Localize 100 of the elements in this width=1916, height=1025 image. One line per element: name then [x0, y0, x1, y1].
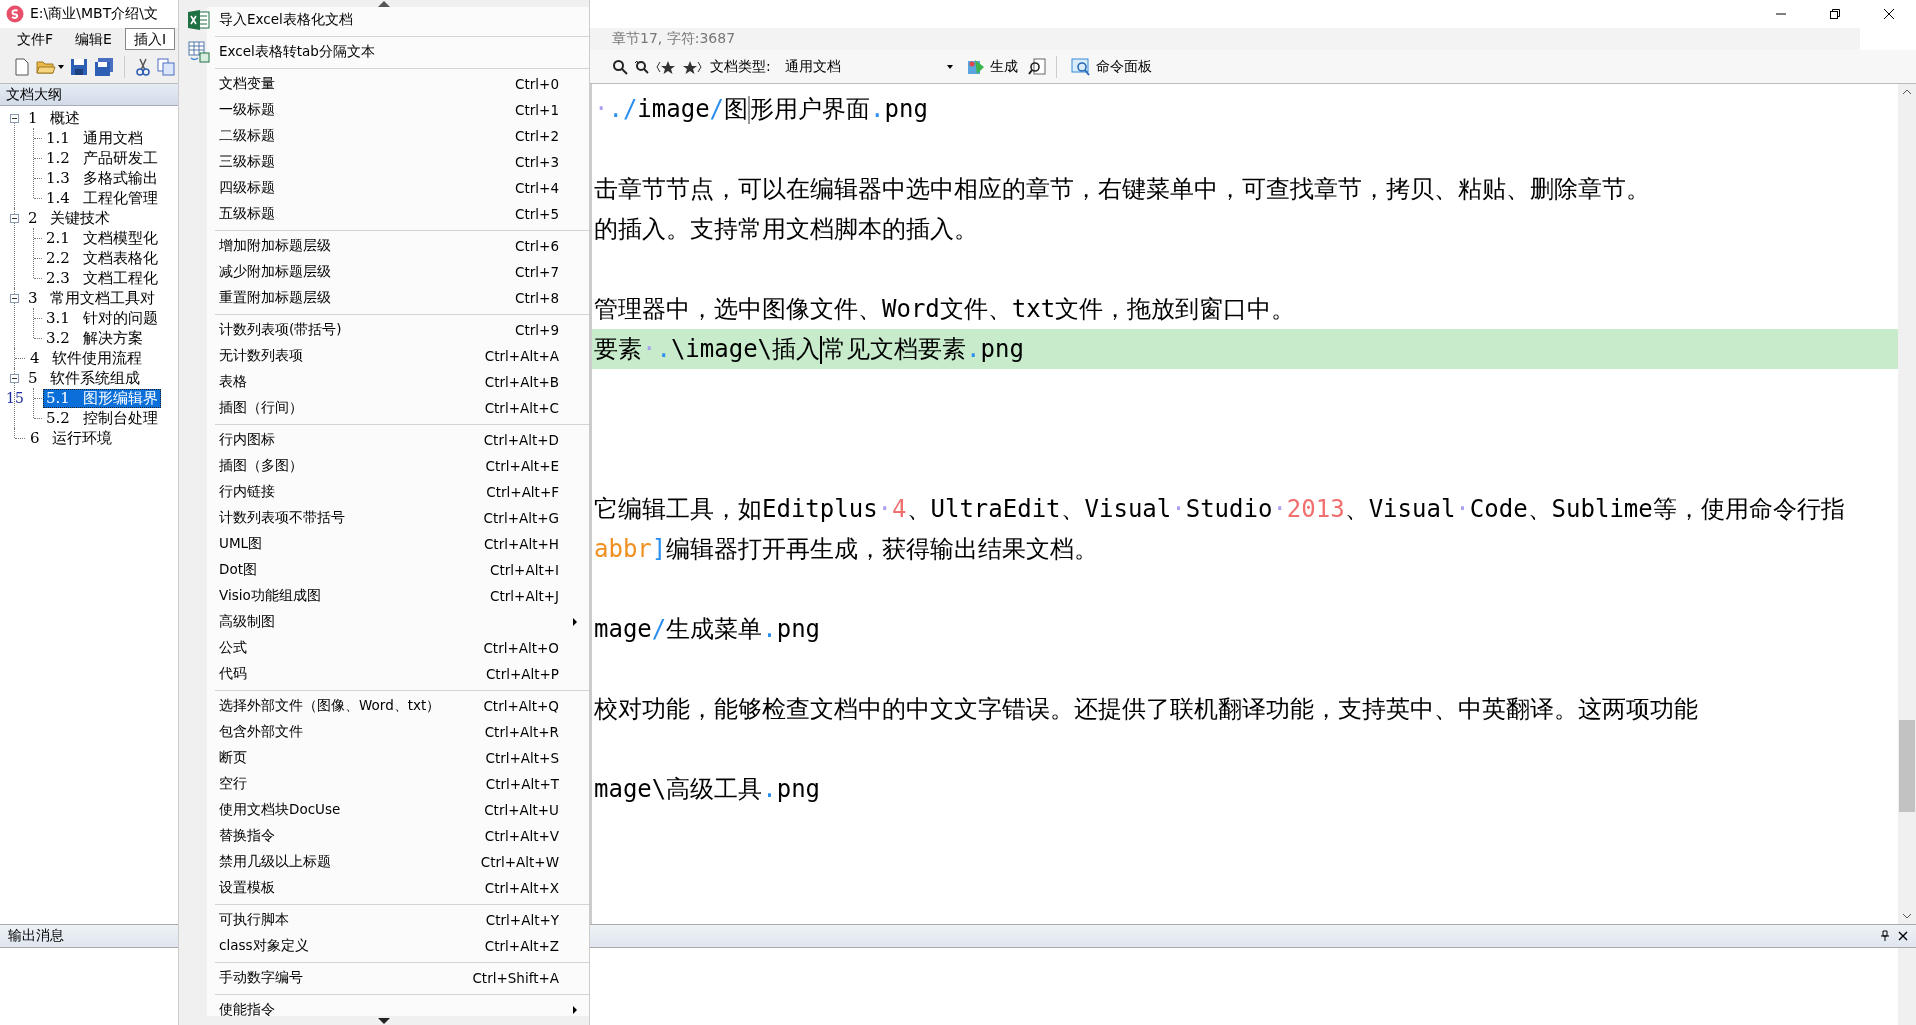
- menu-item[interactable]: class对象定义 Ctrl+Alt+Z: [179, 933, 589, 959]
- menu-item[interactable]: 增加附加标题层级 Ctrl+6: [179, 233, 589, 259]
- editor-line: 校对功能，能够检查文档中的中文文字错误。还提供了联机翻译功能，支持英中、中英翻译。这两项功能: [593, 694, 1698, 725]
- tree-item[interactable]: 1.3 多格式输出: [43, 168, 161, 188]
- menu-item[interactable]: 空行 Ctrl+Alt+T: [179, 771, 589, 797]
- menu-item[interactable]: Excel表格转tab分隔文本: [179, 39, 589, 65]
- tree-item[interactable]: 1.2 产品研发工: [43, 148, 161, 168]
- menu-bar-item[interactable]: 文件F: [8, 28, 63, 50]
- menu-item[interactable]: UML图 Ctrl+Alt+H: [179, 531, 589, 557]
- tree-item[interactable]: 5.2 控制台处理: [43, 408, 161, 428]
- menu-item[interactable]: 高级制图: [179, 609, 589, 635]
- collapse-icon[interactable]: [10, 293, 19, 303]
- shortcut-label: Ctrl+Alt+U: [484, 802, 559, 818]
- tree-item[interactable]: 4 软件使用流程: [27, 348, 146, 368]
- tree-item[interactable]: 2.3 文档工程化: [43, 268, 161, 288]
- shortcut-label: Ctrl+Alt+G: [483, 510, 559, 526]
- spreadsheet-icon: [188, 10, 210, 30]
- shortcut-label: Ctrl+Alt+V: [484, 828, 559, 844]
- tree-item[interactable]: 3.2 解决方案: [43, 328, 146, 348]
- menu-item[interactable]: 设置模板 Ctrl+Alt+X: [179, 875, 589, 901]
- menu-item[interactable]: 行内图标 Ctrl+Alt+D: [179, 427, 589, 453]
- menu-item[interactable]: 减少附加标题层级 Ctrl+7: [179, 259, 589, 285]
- shortcut-label: Ctrl+7: [515, 264, 559, 280]
- save-all-icon[interactable]: [94, 57, 114, 76]
- menu-item[interactable]: 无计数列表项 Ctrl+Alt+A: [179, 343, 589, 369]
- tree-item[interactable]: 5 软件系统组成: [25, 368, 144, 388]
- shortcut-label: Ctrl+8: [515, 290, 559, 306]
- tree-item[interactable]: 5.1 图形编辑界: [43, 388, 161, 408]
- menu-item[interactable]: 断页 Ctrl+Alt+S: [179, 745, 589, 771]
- menu-item[interactable]: 包含外部文件 Ctrl+Alt+R: [179, 719, 589, 745]
- shortcut-label: Ctrl+Alt+J: [490, 588, 559, 604]
- build-button[interactable]: 生成: [962, 55, 1022, 78]
- menu-item[interactable]: 选择外部文件（图像、Word、txt） Ctrl+Alt+Q: [179, 693, 589, 719]
- menu-item[interactable]: 插图（行间） Ctrl+Alt+C: [179, 395, 589, 421]
- menu-item[interactable]: 代码 Ctrl+Alt+P: [179, 661, 589, 687]
- shortcut-label: Ctrl+Alt+O: [483, 640, 559, 656]
- menu-bar-item[interactable]: 编辑E: [66, 28, 121, 50]
- editor-line: mage/生成菜单.png: [593, 614, 821, 645]
- menu-item[interactable]: 重置附加标题层级 Ctrl+8: [179, 285, 589, 311]
- shortcut-label: Ctrl+Alt+Y: [485, 912, 559, 928]
- menu-item[interactable]: Visio功能组成图 Ctrl+Alt+J: [179, 583, 589, 609]
- collapse-icon[interactable]: [10, 113, 19, 123]
- shortcut-label: Ctrl+Alt+P: [485, 666, 559, 682]
- collapse-icon[interactable]: [10, 373, 19, 383]
- find-document-icon[interactable]: [1027, 57, 1046, 76]
- search-icon[interactable]: [612, 58, 628, 75]
- shortcut-label: Ctrl+Alt+X: [484, 880, 559, 896]
- tree-item[interactable]: 3 常用文档工具对: [25, 288, 159, 308]
- menu-item[interactable]: 五级标题 Ctrl+5: [179, 201, 589, 227]
- menu-item[interactable]: 计数列表项不带括号 Ctrl+Alt+G: [179, 505, 589, 531]
- menu-item[interactable]: 使用文档块DocUse Ctrl+Alt+U: [179, 797, 589, 823]
- close-icon[interactable]: [1883, 8, 1895, 20]
- menu-item[interactable]: 可执行脚本 Ctrl+Alt+Y: [179, 907, 589, 933]
- copy-icon[interactable]: [157, 57, 175, 76]
- menu-bar-item[interactable]: 插入I: [124, 28, 176, 50]
- tree-item[interactable]: 1.1 通用文档: [43, 128, 146, 148]
- menu-item[interactable]: 手动数字编号 Ctrl+Shift+A: [179, 965, 589, 991]
- menu-item[interactable]: 四级标题 Ctrl+4: [179, 175, 589, 201]
- line-number: 15: [6, 390, 24, 406]
- menu-item[interactable]: 替换指令 Ctrl+Alt+V: [179, 823, 589, 849]
- tree-item[interactable]: 2.1 文档模型化: [43, 228, 161, 248]
- menu-item[interactable]: 导入Excel表格化文档: [179, 7, 589, 33]
- close-icon[interactable]: [1898, 931, 1908, 941]
- new-file-icon[interactable]: [14, 57, 30, 76]
- editor-line: 击章节节点，可以在编辑器中选中相应的章节，右键菜单中，可查找章节，拷贝、粘贴、删除章节。: [593, 174, 1650, 205]
- menu-item[interactable]: 插图（多图） Ctrl+Alt+E: [179, 453, 589, 479]
- scroll-down-arrow-icon[interactable]: [378, 1017, 390, 1024]
- collapse-icon[interactable]: [10, 213, 19, 223]
- command-panel-button[interactable]: 命令面板: [1066, 55, 1156, 78]
- find-again-icon[interactable]: [634, 58, 650, 75]
- dropdown-caret-icon[interactable]: [58, 64, 64, 69]
- scrollbar-thumb[interactable]: [1899, 720, 1915, 812]
- menu-item[interactable]: 禁用几级以上标题 Ctrl+Alt+W: [179, 849, 589, 875]
- menu-item[interactable]: 二级标题 Ctrl+2: [179, 123, 589, 149]
- tree-item[interactable]: 1.4 工程化管理: [43, 188, 161, 208]
- tree-item[interactable]: 2.2 文档表格化: [43, 248, 161, 268]
- editor-line: 要素·.\image\插入常见文档要素.png: [593, 334, 1024, 365]
- save-icon[interactable]: [70, 57, 88, 76]
- restore-icon[interactable]: [1829, 8, 1841, 20]
- tree-item[interactable]: 6 运行环境: [27, 428, 116, 448]
- previous-bookmark-icon[interactable]: [656, 59, 676, 74]
- menu-item[interactable]: Dot图 Ctrl+Alt+I: [179, 557, 589, 583]
- tree-item[interactable]: 1 概述: [25, 108, 84, 128]
- scroll-up-arrow-icon[interactable]: [378, 0, 390, 7]
- next-bookmark-icon[interactable]: [682, 59, 702, 74]
- tree-item[interactable]: 3.1 针对的问题: [43, 308, 161, 328]
- menu-item[interactable]: 计数列表项(带括号) Ctrl+9: [179, 317, 589, 343]
- menu-item[interactable]: 三级标题 Ctrl+3: [179, 149, 589, 175]
- editor-line: 的插入。支持常用文档脚本的插入。: [593, 214, 978, 245]
- shortcut-label: Ctrl+Alt+W: [480, 854, 559, 870]
- menu-item[interactable]: 行内链接 Ctrl+Alt+F: [179, 479, 589, 505]
- menu-item[interactable]: 公式 Ctrl+Alt+O: [179, 635, 589, 661]
- tree-item[interactable]: 2 关键技术: [25, 208, 114, 228]
- menu-item[interactable]: 使能指令: [179, 997, 589, 1023]
- shortcut-label: Ctrl+Alt+E: [485, 458, 559, 474]
- editor-line: abbr]编辑器打开再生成，获得输出结果文档。: [593, 534, 1099, 565]
- pin-icon[interactable]: [1880, 930, 1890, 942]
- scissors-icon[interactable]: [135, 57, 151, 76]
- shortcut-label: Ctrl+Alt+T: [485, 776, 559, 792]
- menu-item[interactable]: 表格 Ctrl+Alt+B: [179, 369, 589, 395]
